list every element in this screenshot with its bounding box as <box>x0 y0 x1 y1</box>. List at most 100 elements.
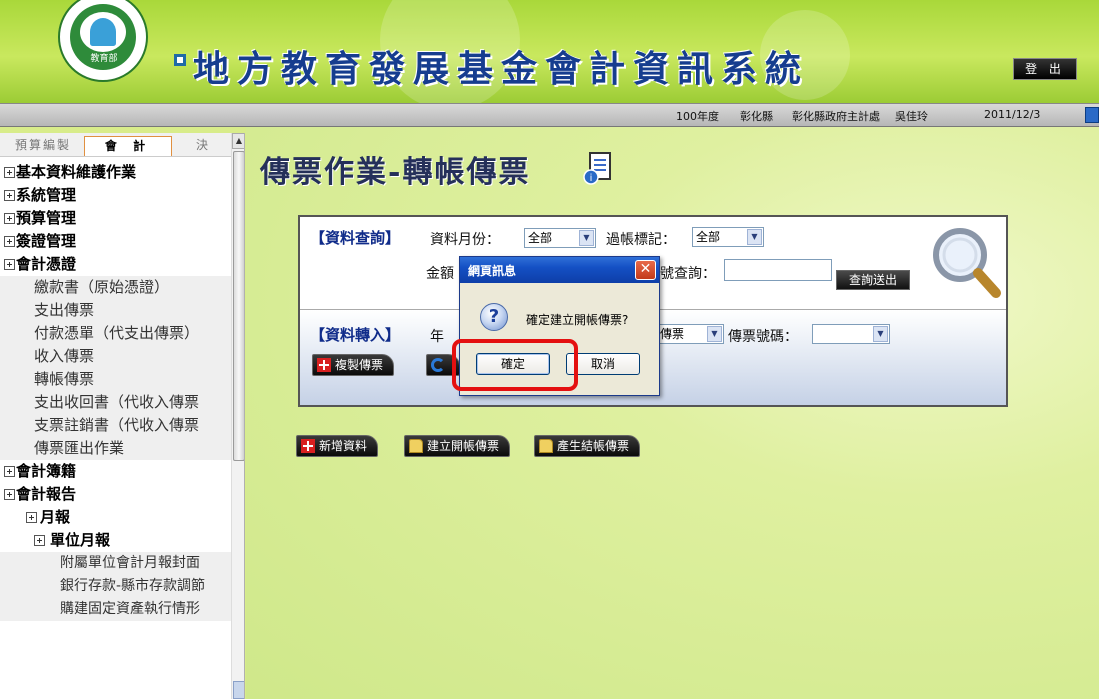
expand-toggle-icon[interactable] <box>26 512 37 523</box>
sidebar-item-label: 轉帳傳票 <box>34 370 95 388</box>
refresh-icon <box>431 358 445 372</box>
posted-flag-value: 全部 <box>696 230 721 244</box>
sidebar-item-label: 付款憑單（代支出傳票） <box>34 324 200 342</box>
sidebar-item[interactable]: 月報 <box>0 506 231 529</box>
scroll-down-handle[interactable] <box>233 681 244 699</box>
amount-label: 金額 <box>426 266 454 282</box>
expand-toggle-icon[interactable] <box>4 190 15 201</box>
sidebar-item-label: 銀行存款-縣市存款調節 <box>60 578 206 594</box>
sidebar-item-label: 支出收回書（代收入傳票 <box>34 393 200 411</box>
month-label: 資料月份： <box>430 232 500 248</box>
sidebar-item-label: 單位月報 <box>50 531 111 549</box>
voucher-type-select[interactable]: 傳票 ▼ <box>656 324 724 344</box>
svg-text:i: i <box>590 173 593 184</box>
sidebar-menu: 基本資料維護作業 系統管理預算管理簽證管理 會計憑證 繳款書（原始憑證） 支出傳票付款憑… <box>0 161 231 621</box>
current-date: 2011/12/3 <box>984 108 1041 121</box>
create-opening-voucher-button[interactable]: 建立開帳傳票 <box>404 435 511 457</box>
query-submit-button[interactable]: 查詢送出 <box>836 270 910 290</box>
voucher-number-query-input[interactable] <box>724 259 832 281</box>
add-icon <box>317 358 331 372</box>
add-record-button[interactable]: 新增資料 <box>296 435 379 457</box>
sidebar-item-label: 傳票匯出作業 <box>34 439 125 457</box>
logout-button[interactable]: 登 出 <box>1013 58 1077 80</box>
generate-closing-voucher-button[interactable]: 產生結帳傳票 <box>534 435 641 457</box>
expand-toggle-icon[interactable] <box>34 535 45 546</box>
sidebar-item[interactable]: 銀行存款-縣市存款調節 <box>0 575 231 598</box>
copy-voucher-button[interactable]: 複製傳票 <box>312 354 395 376</box>
sidebar-item[interactable]: 預算管理 <box>0 207 231 230</box>
logo-badge: 教育部 <box>88 52 120 66</box>
sidebar-item[interactable]: 單位月報 <box>0 529 231 552</box>
magnifier-icon <box>933 228 1001 298</box>
create-opening-voucher-label: 建立開帳傳票 <box>427 439 500 453</box>
settings-icon[interactable] <box>1085 107 1099 123</box>
sidebar-item[interactable]: 基本資料維護作業 <box>0 161 231 184</box>
folder-icon <box>409 439 423 453</box>
transfer-section-label: 【資料轉入】 <box>310 326 401 344</box>
sidebar-item-label: 月報 <box>40 508 71 526</box>
sidebar-item[interactable]: 系統管理 <box>0 184 231 207</box>
sidebar-item[interactable]: 繳款書（原始憑證） <box>0 276 231 299</box>
county-name: 彰化縣 <box>740 110 773 123</box>
sidebar-item[interactable]: 會計簿籍 <box>0 460 231 483</box>
dialog-message: 確定建立開帳傳票? <box>526 313 629 327</box>
expand-toggle-icon[interactable] <box>4 236 15 247</box>
sidebar-item-label: 會計報告 <box>16 485 77 503</box>
sidebar-tabs: 預算編製 會 計 決 <box>0 133 232 157</box>
question-icon: ? <box>480 303 508 331</box>
chevron-down-icon[interactable]: ▼ <box>707 326 722 342</box>
app-title: 地方教育發展基金會計資訊系統 <box>193 48 810 90</box>
sidebar-item-label: 收入傳票 <box>34 347 95 365</box>
sidebar-item-label: 會計簿籍 <box>16 462 77 480</box>
main-content: 傳票作業-轉帳傳票 i 【資料查詢】 資料月份： 全部 ▼ 過帳標記： 全部 ▼… <box>246 127 1099 699</box>
sidebar-item[interactable]: 轉帳傳票 <box>0 368 231 391</box>
tab-accounting[interactable]: 會 計 <box>84 136 172 156</box>
sidebar-item[interactable]: 支票註銷書（代收入傳票 <box>0 414 231 437</box>
year-label: 年 <box>430 329 444 345</box>
tab-budget[interactable]: 預算編製 <box>12 136 74 156</box>
posted-flag-select[interactable]: 全部 ▼ <box>692 227 764 247</box>
sidebar-item[interactable]: 簽證管理 <box>0 230 231 253</box>
month-select-value: 全部 <box>528 231 553 245</box>
expand-toggle-icon[interactable] <box>4 167 15 178</box>
sidebar-item[interactable]: 支出傳票 <box>0 299 231 322</box>
sidebar: 預算編製 會 計 決 基本資料維護作業 系統管理預算管理簽證管理 會計憑證 繳款書（原… <box>0 133 245 699</box>
month-select[interactable]: 全部 ▼ <box>524 228 596 248</box>
expand-toggle-icon[interactable] <box>4 213 15 224</box>
sidebar-item-label: 購建固定資產執行情形 <box>60 601 200 617</box>
sidebar-scrollbar[interactable]: ▲ <box>231 133 244 699</box>
chevron-down-icon[interactable]: ▼ <box>873 326 888 342</box>
sidebar-item[interactable]: 附屬單位會計月報封面 <box>0 552 231 575</box>
sidebar-item-label: 基本資料維護作業 <box>16 163 137 181</box>
voucher-type-value: 傳票 <box>660 327 685 341</box>
sidebar-item[interactable]: 傳票匯出作業 <box>0 437 231 460</box>
expand-toggle-icon[interactable] <box>4 489 15 500</box>
dialog-titlebar[interactable]: 網頁訊息 ✕ <box>460 257 659 283</box>
sidebar-item[interactable]: 會計憑證 <box>0 253 231 276</box>
voucher-number-label: 傳票號碼： <box>728 329 798 345</box>
sidebar-item[interactable]: 收入傳票 <box>0 345 231 368</box>
expand-toggle-icon[interactable] <box>4 259 15 270</box>
folder-icon <box>539 439 553 453</box>
dialog-title: 網頁訊息 <box>468 264 517 278</box>
tab-settlement[interactable]: 決 <box>178 136 226 156</box>
expand-toggle-icon[interactable] <box>4 466 15 477</box>
user-name: 吳佳玲 <box>895 110 928 123</box>
sidebar-item[interactable]: 支出收回書（代收入傳票 <box>0 391 231 414</box>
sidebar-item-label: 預算管理 <box>16 209 77 227</box>
sidebar-item-label: 系統管理 <box>16 186 77 204</box>
scroll-thumb[interactable] <box>233 151 244 461</box>
title-bullet-icon <box>174 54 186 66</box>
generate-closing-voucher-label: 產生結帳傳票 <box>557 439 630 453</box>
voucher-number-select[interactable]: ▼ <box>812 324 890 344</box>
sidebar-item[interactable]: 購建固定資產執行情形 <box>0 598 231 621</box>
dialog-close-button[interactable]: ✕ <box>635 260 656 280</box>
sidebar-item[interactable]: 付款憑單（代支出傳票） <box>0 322 231 345</box>
sidebar-item-label: 支票註銷書（代收入傳票 <box>34 416 200 434</box>
app-header: 教育部 地方教育發展基金會計資訊系統 登 出 <box>0 0 1099 103</box>
scroll-up-arrow-icon[interactable]: ▲ <box>232 133 244 149</box>
chevron-down-icon[interactable]: ▼ <box>579 230 594 246</box>
sidebar-item[interactable]: 會計報告 <box>0 483 231 506</box>
page-title: 傳票作業-轉帳傳票 <box>260 155 531 190</box>
chevron-down-icon[interactable]: ▼ <box>747 229 762 245</box>
